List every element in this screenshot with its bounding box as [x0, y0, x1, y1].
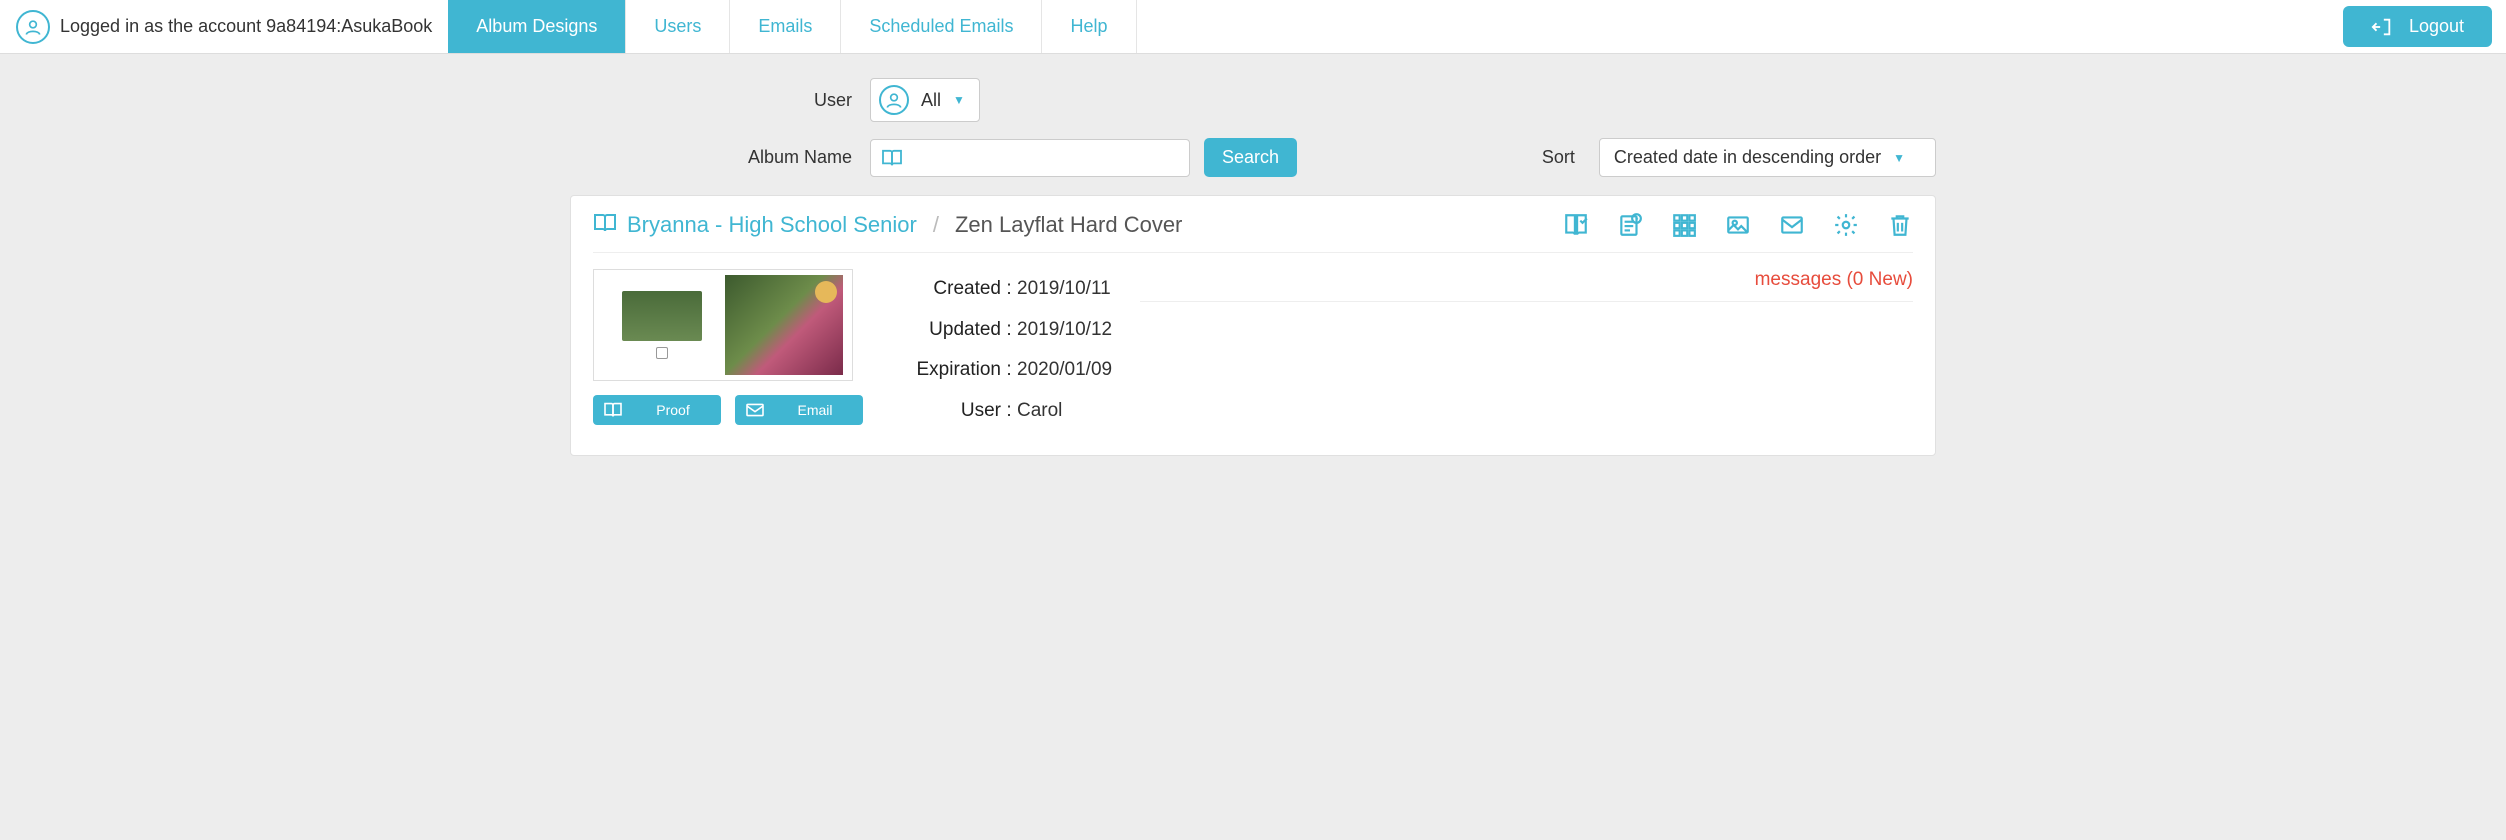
- proof-label: Proof: [635, 402, 711, 418]
- filters-panel: User All ▼ Album Name Search Sort Create…: [570, 78, 1936, 177]
- user-label: User: [891, 400, 1001, 422]
- updated-label: Updated: [891, 319, 1001, 341]
- notes-clock-icon[interactable]: [1617, 212, 1643, 238]
- album-name-label: Album Name: [570, 147, 870, 168]
- grid-icon[interactable]: [1671, 212, 1697, 238]
- cover-back-image: [622, 291, 702, 341]
- mail-icon: [745, 402, 765, 418]
- updated-value: 2019/10/12: [1017, 319, 1112, 341]
- tab-help[interactable]: Help: [1042, 0, 1136, 53]
- preview-buttons: Proof Email: [593, 395, 863, 425]
- logout-button[interactable]: Logout: [2343, 6, 2492, 47]
- book-icon: [881, 149, 903, 167]
- breadcrumb-separator: /: [933, 212, 939, 238]
- user-filter-select[interactable]: All ▼: [870, 78, 980, 122]
- album-name-link[interactable]: Bryanna - High School Senior: [627, 212, 917, 238]
- logout-icon: [2371, 16, 2393, 38]
- album-type: Zen Layflat Hard Cover: [955, 212, 1182, 238]
- mail-icon[interactable]: [1779, 212, 1805, 238]
- album-name-input[interactable]: [911, 149, 1179, 167]
- preview-column: Proof Email: [593, 269, 863, 425]
- album-cover-preview[interactable]: [593, 269, 853, 381]
- sort-select[interactable]: Created date in descending order ▼: [1599, 138, 1936, 177]
- email-button[interactable]: Email: [735, 395, 863, 425]
- sort-select-value: Created date in descending order: [1614, 147, 1881, 168]
- logout-label: Logout: [2409, 16, 2464, 37]
- album-card: Bryanna - High School Senior / Zen Layfl…: [570, 195, 1936, 456]
- book-icon: [603, 402, 623, 418]
- sort-label: Sort: [1542, 147, 1575, 168]
- cover-badge-icon: [815, 281, 837, 303]
- album-body: Proof Email Created : 2019/10/11 Updated…: [593, 269, 1913, 425]
- expiration-value: 2020/01/09: [1017, 359, 1112, 381]
- email-label: Email: [777, 402, 853, 418]
- created-label: Created: [891, 278, 1001, 300]
- book-icon: [593, 213, 617, 238]
- proof-button[interactable]: Proof: [593, 395, 721, 425]
- user-filter-label: User: [570, 90, 870, 111]
- tab-users[interactable]: Users: [626, 0, 730, 53]
- messages-link[interactable]: messages (0 New): [1140, 269, 1913, 302]
- created-value: 2019/10/11: [1017, 278, 1112, 300]
- album-header: Bryanna - High School Senior / Zen Layfl…: [593, 212, 1913, 253]
- details-column: Created : 2019/10/11 Updated : 2019/10/1…: [891, 269, 1112, 425]
- user-icon: [879, 85, 909, 115]
- account-avatar-icon: [16, 10, 50, 44]
- search-button[interactable]: Search: [1204, 138, 1297, 177]
- book-check-icon[interactable]: [1563, 212, 1589, 238]
- nav-tabs: Album Designs Users Emails Scheduled Ema…: [448, 0, 1136, 53]
- expiration-label: Expiration: [891, 359, 1001, 381]
- trash-icon[interactable]: [1887, 212, 1913, 238]
- header-bar: Logged in as the account 9a84194:AsukaBo…: [0, 0, 2506, 54]
- user-filter-value: All: [921, 90, 941, 111]
- album-name-input-wrapper: [870, 139, 1190, 177]
- cover-back-logo: [656, 347, 668, 359]
- tab-album-designs[interactable]: Album Designs: [448, 0, 626, 53]
- logged-in-text: Logged in as the account 9a84194:AsukaBo…: [60, 16, 432, 37]
- tab-emails[interactable]: Emails: [730, 0, 841, 53]
- chevron-down-icon: ▼: [1893, 151, 1905, 165]
- messages-column: messages (0 New): [1140, 269, 1913, 425]
- tab-scheduled-emails[interactable]: Scheduled Emails: [841, 0, 1042, 53]
- image-icon[interactable]: [1725, 212, 1751, 238]
- header-account: Logged in as the account 9a84194:AsukaBo…: [0, 0, 448, 53]
- gear-icon[interactable]: [1833, 212, 1859, 238]
- main-content: User All ▼ Album Name Search Sort Create…: [570, 54, 1936, 496]
- cover-back-page: [603, 275, 721, 375]
- chevron-down-icon: ▼: [953, 93, 965, 107]
- user-value: Carol: [1017, 400, 1112, 422]
- album-actions: [1563, 212, 1913, 238]
- cover-front-page: [725, 275, 843, 375]
